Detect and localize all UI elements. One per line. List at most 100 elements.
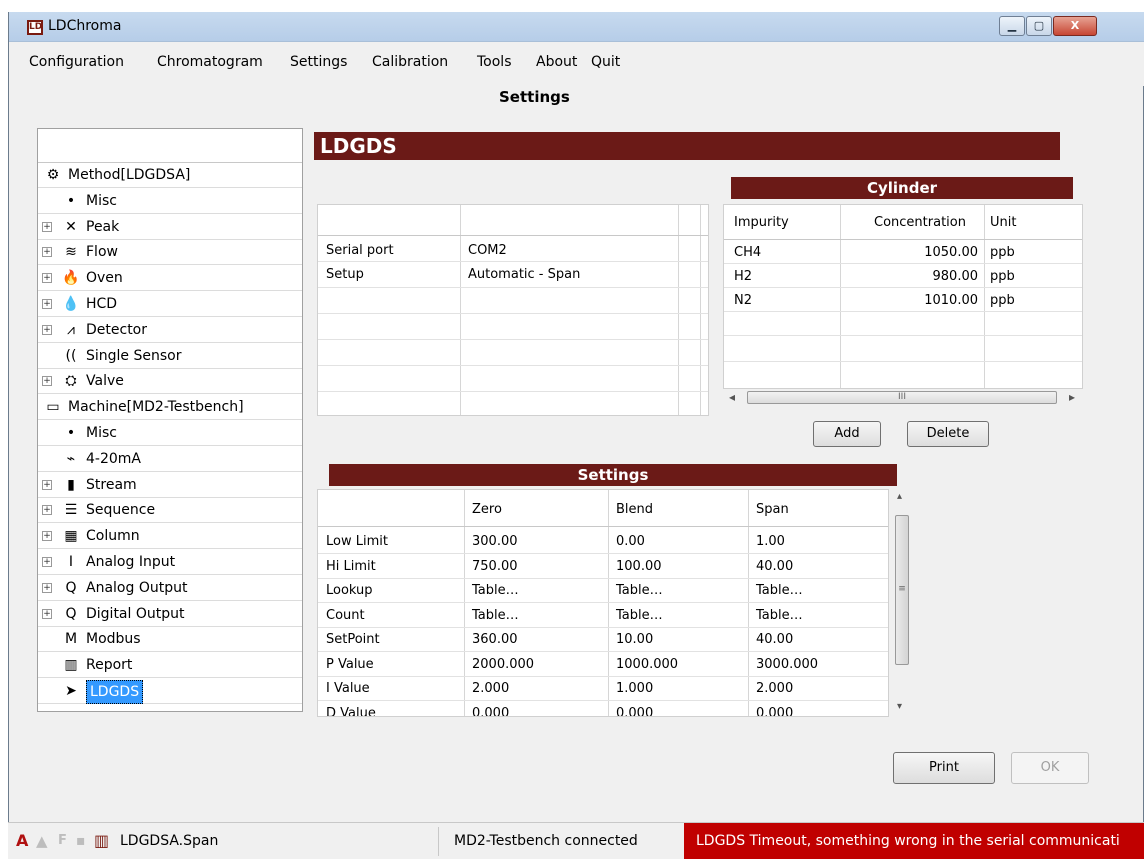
table-cell[interactable]: Table… [616,608,663,623]
table-cell[interactable]: 1.000 [616,681,653,696]
expand-icon[interactable]: + [42,299,52,309]
table-cell[interactable]: 2000.000 [472,657,534,672]
expand-icon[interactable]: + [42,221,52,232]
col-concentration[interactable]: Concentration [874,215,966,230]
expand-icon[interactable]: + [42,247,52,258]
cylinder-horizontal-scrollbar[interactable]: ◂ III ▸ [723,388,1083,406]
concentration-cell[interactable]: 1050.00 [844,245,978,260]
table-cell[interactable]: Table… [472,583,519,598]
table-cell[interactable]: Table… [756,583,803,598]
table-cell[interactable]: 0.00 [616,534,645,549]
expand-icon[interactable]: + [42,582,52,593]
tree-item[interactable]: ▭ Machine[MD2-Testbench] [38,395,302,421]
tree-item[interactable]: + 💧 HCD [38,292,302,317]
table-cell[interactable]: 0.000 [756,706,793,717]
scroll-up-icon[interactable]: ▴ [897,491,902,502]
scroll-right-icon[interactable]: ▸ [1069,390,1075,404]
table-cell[interactable]: 3000.000 [756,657,818,672]
table-cell[interactable]: 40.00 [756,632,793,647]
expand-icon[interactable]: + [42,505,52,516]
alarm-icon[interactable]: A [16,823,28,859]
menu-chromatogram[interactable]: Chromatogram [157,54,263,70]
table-cell[interactable]: 2.000 [472,681,509,696]
tree-item[interactable]: ⚙ Method[LDGDSA] [38,163,302,188]
ok-button[interactable]: OK [1011,752,1089,784]
scroll-down-icon[interactable]: ▾ [897,701,902,712]
settings-tree[interactable]: ⚙ Method[LDGDSA] • Misc + ✕ Peak + ≋ Flow + 🔥 Oven + 💧… [37,128,303,712]
table-cell[interactable]: 300.00 [472,534,518,549]
maximize-button[interactable]: ▢ [1026,16,1052,36]
fault-icon[interactable]: F [58,823,67,859]
unit-cell[interactable]: ppb [990,245,1015,260]
menu-tools[interactable]: Tools [477,54,512,70]
warning-icon[interactable]: ▲ [36,823,48,859]
table-cell[interactable]: 0.000 [472,706,509,717]
column-header[interactable]: Span [756,502,789,517]
menu-configuration[interactable]: Configuration [29,54,124,70]
setup-value[interactable]: Automatic - Span [468,267,580,282]
column-header[interactable]: Blend [616,502,653,517]
col-impurity[interactable]: Impurity [734,215,789,230]
col-unit[interactable]: Unit [990,215,1016,230]
tree-item[interactable]: + Q Analog Output [38,576,302,601]
table-cell[interactable]: 0.000 [616,706,653,717]
table-cell[interactable]: 100.00 [616,559,662,574]
tree-item[interactable]: ➤ LDGDS [38,679,302,704]
tree-item[interactable]: + ▦ Column [38,524,302,550]
tree-item[interactable]: + Q Digital Output [38,602,302,627]
serial-grid[interactable]: Serial port COM2 Setup Automatic - Span [317,204,709,416]
table-cell[interactable]: Table… [616,583,663,598]
tree-item[interactable]: + ≋ Flow [38,240,302,266]
tree-item[interactable]: + 🔥 Oven [38,266,302,292]
tree-item[interactable]: + ⛭ Valve [38,369,302,395]
scroll-thumb[interactable]: ≡ [895,515,909,665]
impurity-cell[interactable]: H2 [734,269,752,284]
unit-cell[interactable]: ppb [990,269,1015,284]
expand-icon[interactable]: + [42,531,52,542]
tree-item[interactable]: ((Single Sensor [38,344,302,369]
table-cell[interactable]: 2.000 [756,681,793,696]
tree-item[interactable]: + ✕ Peak [38,215,302,240]
tree-item[interactable]: • Misc [38,189,302,214]
minimize-button[interactable]: ▁ [999,16,1025,36]
delete-button[interactable]: Delete [907,421,989,447]
add-button[interactable]: Add [813,421,881,447]
table-cell[interactable]: 360.00 [472,632,518,647]
tree-item[interactable]: + ▮ Stream [38,473,302,498]
title-bar[interactable]: LD LDChroma ▁ ▢ X [9,12,1144,42]
expand-icon[interactable]: + [42,376,52,387]
column-header[interactable]: Zero [472,502,502,517]
scroll-thumb[interactable]: III [747,391,1057,404]
table-cell[interactable]: Table… [756,608,803,623]
concentration-cell[interactable]: 1010.00 [844,293,978,308]
tree-item[interactable]: + Ⅰ Analog Input [38,550,302,575]
menu-about[interactable]: About [536,54,577,70]
save-icon[interactable]: ▪ [76,823,86,859]
settings-vertical-scrollbar[interactable]: ▴ ≡ ▾ [893,489,911,717]
tree-item[interactable]: ▥ Report [38,653,302,679]
impurity-cell[interactable]: CH4 [734,245,761,260]
concentration-cell[interactable]: 980.00 [844,269,979,284]
tree-item[interactable]: + ⩘ Detector [38,318,302,343]
tree-item[interactable]: M Modbus [38,627,302,653]
table-cell[interactable]: Table… [472,608,519,623]
expand-icon[interactable]: + [42,479,52,490]
report-icon[interactable]: ▥ [94,823,109,859]
menu-settings[interactable]: Settings [290,54,347,70]
expand-icon[interactable]: + [42,324,52,335]
tree-item[interactable]: + ☰ Sequence [38,498,302,524]
cylinder-grid[interactable]: Impurity Concentration Unit CH4 1050.00 … [723,204,1083,406]
table-cell[interactable]: 1.00 [756,534,785,549]
scroll-left-icon[interactable]: ◂ [729,390,735,404]
close-button[interactable]: X [1053,16,1097,36]
tree-item[interactable]: • Misc [38,421,302,446]
print-button[interactable]: Print [893,752,995,784]
menu-quit[interactable]: Quit [591,54,620,70]
unit-cell[interactable]: ppb [990,293,1015,308]
table-cell[interactable]: 1000.000 [616,657,678,672]
expand-icon[interactable]: + [42,273,52,284]
table-cell[interactable]: 750.00 [472,559,518,574]
expand-icon[interactable]: + [42,557,52,567]
table-cell[interactable]: 40.00 [756,559,793,574]
table-cell[interactable]: 10.00 [616,632,653,647]
